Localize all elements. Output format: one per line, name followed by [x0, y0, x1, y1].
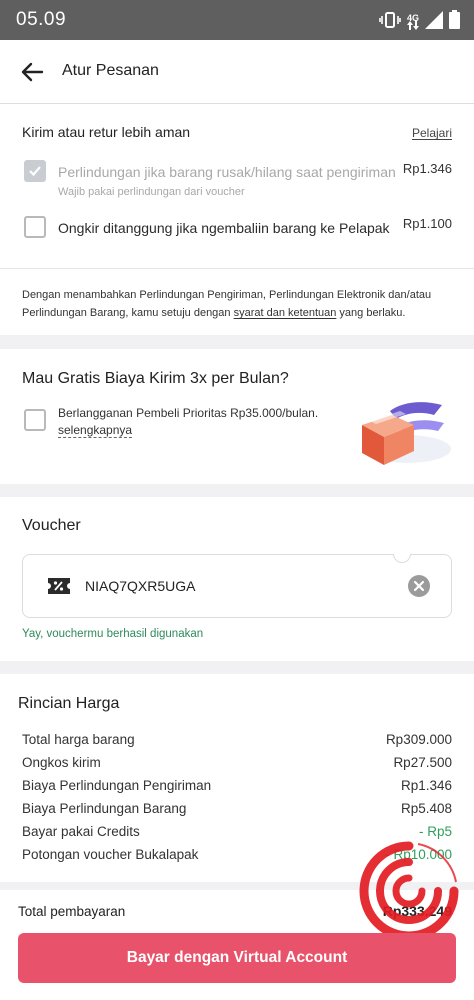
- subscription-label: Berlangganan Pembeli Prioritas Rp35.000/…: [58, 406, 319, 420]
- return-shipping-label: Ongkir ditanggung jika ngembaliin barang…: [58, 220, 390, 236]
- total-label: Total pembayaran: [18, 904, 126, 919]
- watermark-logo: [356, 838, 462, 944]
- status-bar: 05.09 4G: [0, 0, 474, 40]
- price-row-value: Rp27.500: [393, 755, 452, 770]
- voucher-notch: [393, 554, 411, 563]
- subscription-more-link[interactable]: selengkapnya: [58, 423, 133, 438]
- voucher-heading: Voucher: [22, 517, 81, 534]
- terms-note-suffix: yang berlaku.: [336, 307, 406, 319]
- price-row: Total harga barang Rp309.000: [22, 732, 452, 752]
- price-row-label: Total harga barang: [22, 732, 135, 747]
- voucher-field[interactable]: NIAQ7QXR5UGA: [22, 554, 452, 618]
- shipping-protection-section: Kirim atau retur lebih aman Pelajari Per…: [0, 105, 474, 269]
- status-icons: 4G: [379, 9, 460, 35]
- data-arrows-icon: [407, 17, 419, 35]
- page-title: Atur Pesanan: [62, 62, 159, 79]
- shipping-protection-checkbox[interactable]: [24, 160, 46, 182]
- subscription-checkbox[interactable]: [24, 409, 46, 431]
- price-row: Biaya Perlindungan Barang Rp5.408: [22, 801, 452, 821]
- return-shipping-price: Rp1.100: [402, 216, 452, 231]
- price-row-label: Biaya Perlindungan Barang: [22, 801, 187, 816]
- pay-virtual-account-button[interactable]: Bayar dengan Virtual Account: [18, 933, 456, 983]
- price-row-label: Ongkos kirim: [22, 755, 101, 770]
- voucher-code: NIAQ7QXR5UGA: [85, 578, 196, 594]
- price-row-value: Rp5.408: [400, 801, 452, 816]
- price-row-label: Bayar pakai Credits: [22, 824, 140, 839]
- battery-icon: [449, 10, 460, 34]
- shipping-protection-label: Perlindungan jika barang rusak/hilang sa…: [58, 164, 396, 180]
- subscription-section: Mau Gratis Biaya Kirim 3x per Bulan? Ber…: [0, 349, 474, 484]
- section-divider: [0, 484, 474, 497]
- price-row-label: Biaya Perlindungan Pengiriman: [22, 778, 212, 793]
- price-row-label: Potongan voucher Bukalapak: [22, 847, 199, 862]
- shipping-protection-price: Rp1.346: [402, 161, 452, 176]
- price-row-value: - Rp5: [418, 824, 452, 839]
- terms-note-section: Dengan menambahkan Perlindungan Pengirim…: [0, 269, 474, 335]
- section-divider: [0, 335, 474, 349]
- return-shipping-checkbox[interactable]: [24, 216, 46, 238]
- shipping-box-illustration: [352, 399, 452, 474]
- price-row-value: Rp309.000: [385, 732, 452, 747]
- clear-voucher-icon[interactable]: [407, 574, 431, 603]
- shipping-protection-sublabel: Wajib pakai perlindungan dari voucher: [58, 186, 245, 198]
- price-row: Ongkos kirim Rp27.500: [22, 755, 452, 775]
- back-arrow-icon[interactable]: [18, 58, 46, 86]
- vibrate-icon: [379, 11, 401, 33]
- price-details-heading: Rincian Harga: [18, 695, 120, 712]
- learn-more-link[interactable]: Pelajari: [412, 126, 452, 140]
- voucher-ticket-icon: [47, 577, 71, 600]
- price-row: Biaya Perlindungan Pengiriman Rp1.346: [22, 778, 452, 798]
- voucher-success-message: Yay, vouchermu berhasil digunakan: [22, 628, 204, 640]
- terms-note: Dengan menambahkan Perlindungan Pengirim…: [22, 286, 442, 322]
- terms-link[interactable]: syarat dan ketentuan: [234, 307, 337, 319]
- subscription-heading: Mau Gratis Biaya Kirim 3x per Bulan?: [22, 370, 289, 387]
- app-bar: Atur Pesanan: [0, 40, 474, 104]
- signal-icon: [425, 10, 443, 34]
- shipping-protection-heading: Kirim atau retur lebih aman: [22, 124, 191, 140]
- status-time: 05.09: [16, 9, 67, 30]
- price-row-value: Rp1.346: [400, 778, 452, 793]
- section-divider: [0, 661, 474, 674]
